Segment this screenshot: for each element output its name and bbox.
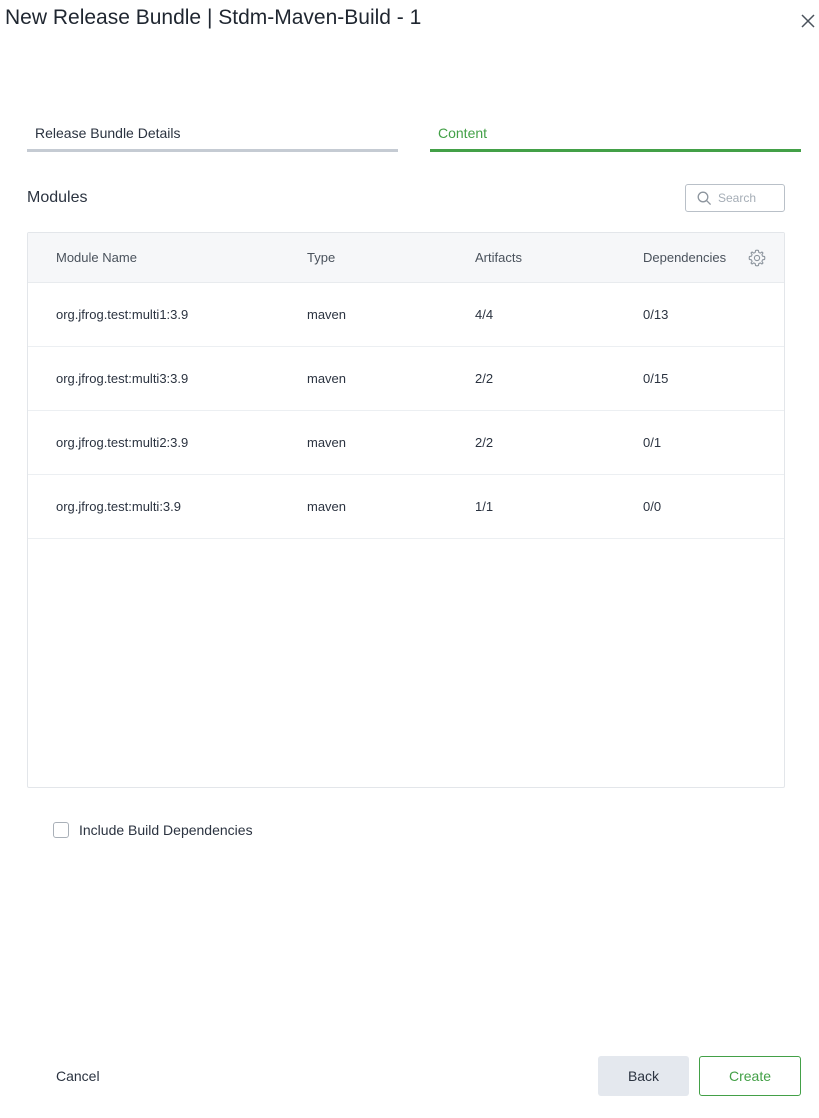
step-release-bundle-details[interactable]: Release Bundle Details [27, 114, 398, 152]
dependencies-cell: 0/1 [643, 435, 662, 450]
include-build-dependencies-option[interactable]: Include Build Dependencies [53, 819, 253, 841]
back-button[interactable]: Back [598, 1056, 689, 1096]
artifacts-cell: 1/1 [475, 499, 494, 514]
module-name-cell: org.jfrog.test:multi1:3.9 [56, 307, 189, 322]
table-row[interactable]: org.jfrog.test:multi2:3.9 maven 2/2 0/1 [28, 411, 784, 475]
dialog-title: New Release Bundle | Stdm-Maven-Build - … [5, 6, 422, 29]
column-header-module-name[interactable]: Module Name [56, 233, 137, 283]
modules-search[interactable] [685, 184, 785, 212]
close-button[interactable] [799, 12, 817, 30]
artifacts-cell: 4/4 [475, 307, 494, 322]
dependencies-cell: 0/13 [643, 307, 669, 322]
dependencies-cell: 0/15 [643, 371, 669, 386]
type-cell: maven [307, 435, 347, 450]
table-row[interactable]: org.jfrog.test:multi1:3.9 maven 4/4 0/13 [28, 283, 784, 347]
include-build-dependencies-checkbox[interactable] [53, 822, 69, 838]
modules-table: Module Name Type Artifacts Dependencies … [27, 232, 785, 788]
column-header-dependencies[interactable]: Dependencies [643, 233, 726, 283]
module-name-cell: org.jfrog.test:multi:3.9 [56, 499, 181, 514]
artifacts-cell: 2/2 [475, 371, 494, 386]
column-header-artifacts[interactable]: Artifacts [475, 233, 522, 283]
cancel-button[interactable]: Cancel [56, 1066, 100, 1086]
gear-icon[interactable] [748, 249, 766, 267]
create-button[interactable]: Create [699, 1056, 801, 1096]
table-row[interactable]: org.jfrog.test:multi3:3.9 maven 2/2 0/15 [28, 347, 784, 411]
new-release-bundle-dialog: New Release Bundle | Stdm-Maven-Build - … [0, 0, 819, 1118]
modules-title: Modules [27, 189, 88, 206]
table-header: Module Name Type Artifacts Dependencies [28, 233, 784, 283]
table-row[interactable]: org.jfrog.test:multi:3.9 maven 1/1 0/0 [28, 475, 784, 539]
include-build-dependencies-label: Include Build Dependencies [79, 822, 253, 838]
dependencies-cell: 0/0 [643, 499, 662, 514]
search-input[interactable] [718, 188, 780, 208]
step-content[interactable]: Content [430, 114, 801, 152]
module-name-cell: org.jfrog.test:multi3:3.9 [56, 371, 189, 386]
type-cell: maven [307, 307, 347, 322]
module-name-cell: org.jfrog.test:multi2:3.9 [56, 435, 189, 450]
column-header-type[interactable]: Type [307, 233, 335, 283]
close-icon [801, 14, 815, 28]
search-icon [697, 191, 712, 206]
type-cell: maven [307, 499, 347, 514]
type-cell: maven [307, 371, 347, 386]
artifacts-cell: 2/2 [475, 435, 494, 450]
